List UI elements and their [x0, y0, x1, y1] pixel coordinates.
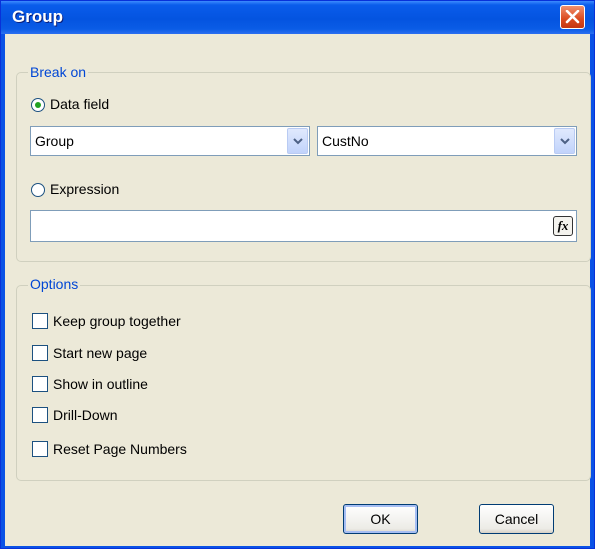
- data-field-radio[interactable]: [31, 98, 45, 112]
- group-combo-dropdown[interactable]: [287, 128, 308, 154]
- expression-input[interactable]: fx: [30, 210, 577, 242]
- ok-button[interactable]: OK: [343, 504, 418, 534]
- group-dialog: Group Break on Data field Group CustNo E…: [0, 0, 595, 549]
- chevron-down-icon: [560, 138, 570, 145]
- expression-label[interactable]: Expression: [50, 181, 119, 197]
- data-field-label[interactable]: Data field: [50, 96, 109, 112]
- custno-combo-dropdown[interactable]: [554, 128, 575, 154]
- drill-down-checkbox[interactable]: [32, 407, 48, 423]
- title-bar[interactable]: Group: [1, 1, 594, 34]
- start-new-page-checkbox[interactable]: [32, 345, 48, 361]
- reset-page-numbers-checkbox[interactable]: [32, 441, 48, 457]
- function-builder-button[interactable]: fx: [553, 216, 573, 236]
- keep-group-together-checkbox[interactable]: [32, 313, 48, 329]
- drill-down-label[interactable]: Drill-Down: [53, 407, 118, 423]
- custno-combo[interactable]: CustNo: [317, 126, 577, 156]
- expression-radio[interactable]: [31, 183, 45, 197]
- reset-page-numbers-label[interactable]: Reset Page Numbers: [53, 441, 187, 457]
- close-button[interactable]: [560, 5, 585, 29]
- fx-icon: fx: [557, 218, 569, 233]
- dialog-body: Break on Data field Group CustNo Express…: [5, 34, 591, 546]
- options-legend: Options: [28, 276, 81, 292]
- dialog-title: Group: [12, 7, 63, 26]
- custno-combo-value: CustNo: [322, 133, 369, 149]
- start-new-page-label[interactable]: Start new page: [53, 345, 147, 361]
- cancel-button[interactable]: Cancel: [479, 504, 554, 534]
- group-combo-value: Group: [35, 133, 74, 149]
- close-icon: [565, 10, 580, 24]
- chevron-down-icon: [293, 138, 303, 145]
- show-in-outline-checkbox[interactable]: [32, 376, 48, 392]
- break-on-legend: Break on: [28, 64, 89, 80]
- group-combo[interactable]: Group: [30, 126, 310, 156]
- keep-group-together-label[interactable]: Keep group together: [53, 313, 181, 329]
- show-in-outline-label[interactable]: Show in outline: [53, 376, 148, 392]
